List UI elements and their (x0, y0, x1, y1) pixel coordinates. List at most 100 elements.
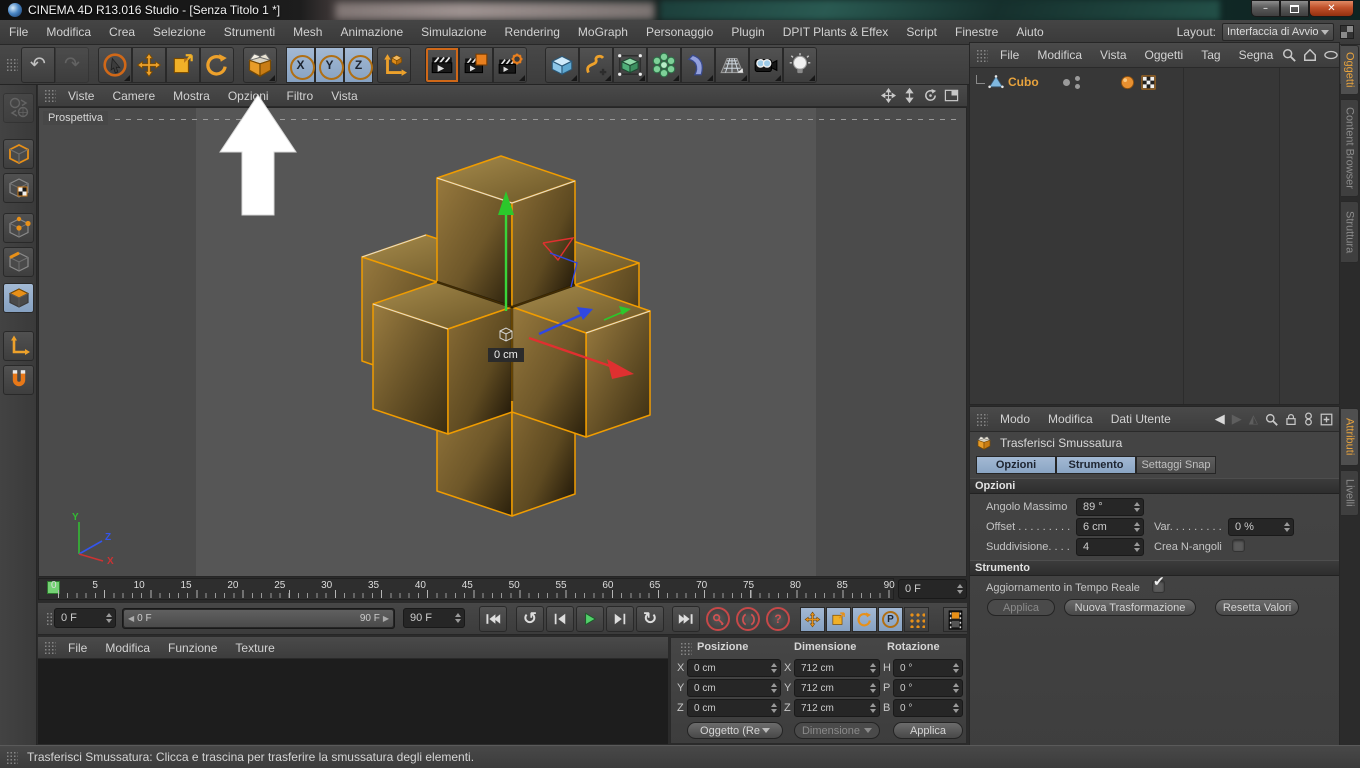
attributes-menu-modifica[interactable]: Modifica (1039, 412, 1102, 426)
menu-finestre[interactable]: Finestre (946, 25, 1007, 39)
coords-mode-dropdown[interactable]: Oggetto (Re (687, 722, 783, 739)
play-button[interactable] (576, 606, 604, 632)
objects-menu-modifica[interactable]: Modifica (1028, 48, 1091, 62)
viewport-canvas[interactable]: Y Z X Prospettiva 0 cm (38, 107, 967, 577)
tab-opzioni[interactable]: Opzioni (976, 456, 1056, 474)
menu-mograph[interactable]: MoGraph (569, 25, 637, 39)
key-rotation-toggle[interactable] (852, 607, 877, 632)
polygons-mode-button[interactable] (3, 283, 34, 313)
menu-file[interactable]: File (0, 25, 37, 39)
offset-field[interactable]: 6 cm (1076, 518, 1144, 536)
add-panel-icon[interactable] (1320, 413, 1333, 426)
viewport-menu-grip[interactable] (44, 89, 56, 102)
make-editable-button[interactable] (3, 93, 34, 123)
spinner-control[interactable] (950, 663, 959, 673)
dim-x-field[interactable]: 712 cm (794, 659, 880, 677)
undo-button[interactable]: ↶ (21, 47, 55, 83)
pan-view-icon[interactable] (881, 88, 896, 103)
minimize-button[interactable]: – (1251, 0, 1280, 17)
go-to-start-button[interactable] (479, 606, 507, 632)
object-name[interactable]: Cubo (1008, 75, 1039, 89)
spinner-control[interactable] (867, 703, 876, 713)
spinner-control[interactable] (768, 683, 777, 693)
search-icon[interactable] (1265, 413, 1278, 426)
objects-menu-tag[interactable]: Tag (1192, 48, 1229, 62)
render-visibility-dots[interactable] (1075, 76, 1080, 89)
menu-script[interactable]: Script (897, 25, 946, 39)
var-field[interactable]: 0 % (1228, 518, 1294, 536)
angolo-field[interactable]: 89 ° (1076, 498, 1144, 516)
nuova-trasformazione-button[interactable]: Nuova Trasformazione (1064, 599, 1196, 616)
next-key-button[interactable]: ↻ (636, 606, 664, 632)
render-view-button[interactable] (425, 47, 459, 83)
history-up-icon[interactable]: ◭ (1249, 413, 1258, 425)
viewport-menu-vista[interactable]: Vista (322, 89, 366, 103)
range-right-arrow-icon[interactable]: ▶ (383, 615, 389, 623)
move-tool-button[interactable] (132, 47, 166, 83)
objects-menu-segna[interactable]: Segna (1230, 48, 1283, 62)
axis-mode-button[interactable] (3, 331, 34, 361)
spinner-control[interactable] (954, 584, 963, 594)
spinner-control[interactable] (950, 703, 959, 713)
eye-icon[interactable] (1324, 50, 1338, 60)
objects-grip[interactable] (976, 49, 988, 62)
dim-y-field[interactable]: 712 cm (794, 679, 880, 697)
close-button[interactable]: ✕ (1309, 0, 1354, 17)
key-position-toggle[interactable] (800, 607, 825, 632)
attributes-menu-modo[interactable]: Modo (991, 412, 1039, 426)
menu-crea[interactable]: Crea (100, 25, 144, 39)
toggle-view-layout-icon[interactable] (944, 88, 959, 103)
crea-n-angoli-checkbox[interactable] (1232, 539, 1245, 552)
axis-lock-z-button[interactable]: Z (344, 47, 373, 83)
applica-button[interactable]: Applica (987, 599, 1055, 616)
add-mograph-button[interactable] (647, 47, 681, 83)
spinner-control[interactable] (1131, 502, 1140, 512)
tab-oggetti[interactable]: Oggetti (1341, 45, 1359, 95)
rotate-view-icon[interactable] (923, 88, 938, 103)
spinner-control[interactable] (1131, 542, 1140, 552)
rot-b-field[interactable]: 0 ° (893, 699, 963, 717)
filter-icon[interactable] (1304, 412, 1313, 426)
spinner-control[interactable] (768, 703, 777, 713)
go-to-end-button[interactable] (672, 606, 700, 632)
previous-key-button[interactable]: ↺ (516, 606, 544, 632)
spinner-control[interactable] (867, 663, 876, 673)
pos-z-field[interactable]: 0 cm (687, 699, 781, 717)
history-back-icon[interactable]: ◀ (1215, 413, 1225, 426)
view-name-label[interactable]: Prospettiva (43, 111, 108, 125)
menu-simulazione[interactable]: Simulazione (412, 25, 495, 39)
live-selection-button[interactable] (98, 47, 132, 83)
render-settings-button[interactable] (493, 47, 527, 83)
menu-rendering[interactable]: Rendering (496, 25, 569, 39)
uvw-tag-icon[interactable] (1141, 75, 1156, 90)
points-mode-button[interactable] (3, 213, 34, 243)
spinner-control[interactable] (103, 613, 112, 623)
render-to-picture-viewer-button[interactable] (459, 47, 493, 83)
spinner-control[interactable] (867, 683, 876, 693)
autokey-button[interactable] (736, 607, 760, 631)
material-menu-funzione[interactable]: Funzione (159, 641, 226, 655)
layout-dropdown[interactable]: Interfaccia di Avvio (1222, 23, 1334, 41)
editor-visibility-dot[interactable] (1063, 79, 1070, 86)
menu-plugin[interactable]: Plugin (722, 25, 773, 39)
next-frame-button[interactable] (606, 606, 634, 632)
zoom-view-icon[interactable] (902, 88, 917, 103)
timeline-frame-field[interactable]: 0 F (898, 579, 967, 599)
redo-button[interactable]: ↷ (55, 47, 89, 83)
material-list-area[interactable] (38, 659, 668, 744)
viewport-menu-viste[interactable]: Viste (59, 89, 103, 103)
lock-icon[interactable] (1285, 413, 1297, 426)
home-icon[interactable] (1303, 48, 1317, 62)
layout-palette-icon[interactable] (1340, 25, 1354, 39)
snap-button[interactable] (3, 365, 34, 395)
dim-z-field[interactable]: 712 cm (794, 699, 880, 717)
spinner-control[interactable] (452, 613, 461, 623)
current-frame-field[interactable]: 0 F (54, 608, 116, 628)
add-deformer-button[interactable] (681, 47, 715, 83)
tab-struttura[interactable]: Struttura (1341, 201, 1359, 263)
objects-menu-file[interactable]: File (991, 48, 1028, 62)
material-menu-file[interactable]: File (59, 641, 96, 655)
record-keyframe-button[interactable] (706, 607, 730, 631)
coordinate-system-button[interactable] (377, 47, 411, 83)
menu-selezione[interactable]: Selezione (144, 25, 215, 39)
